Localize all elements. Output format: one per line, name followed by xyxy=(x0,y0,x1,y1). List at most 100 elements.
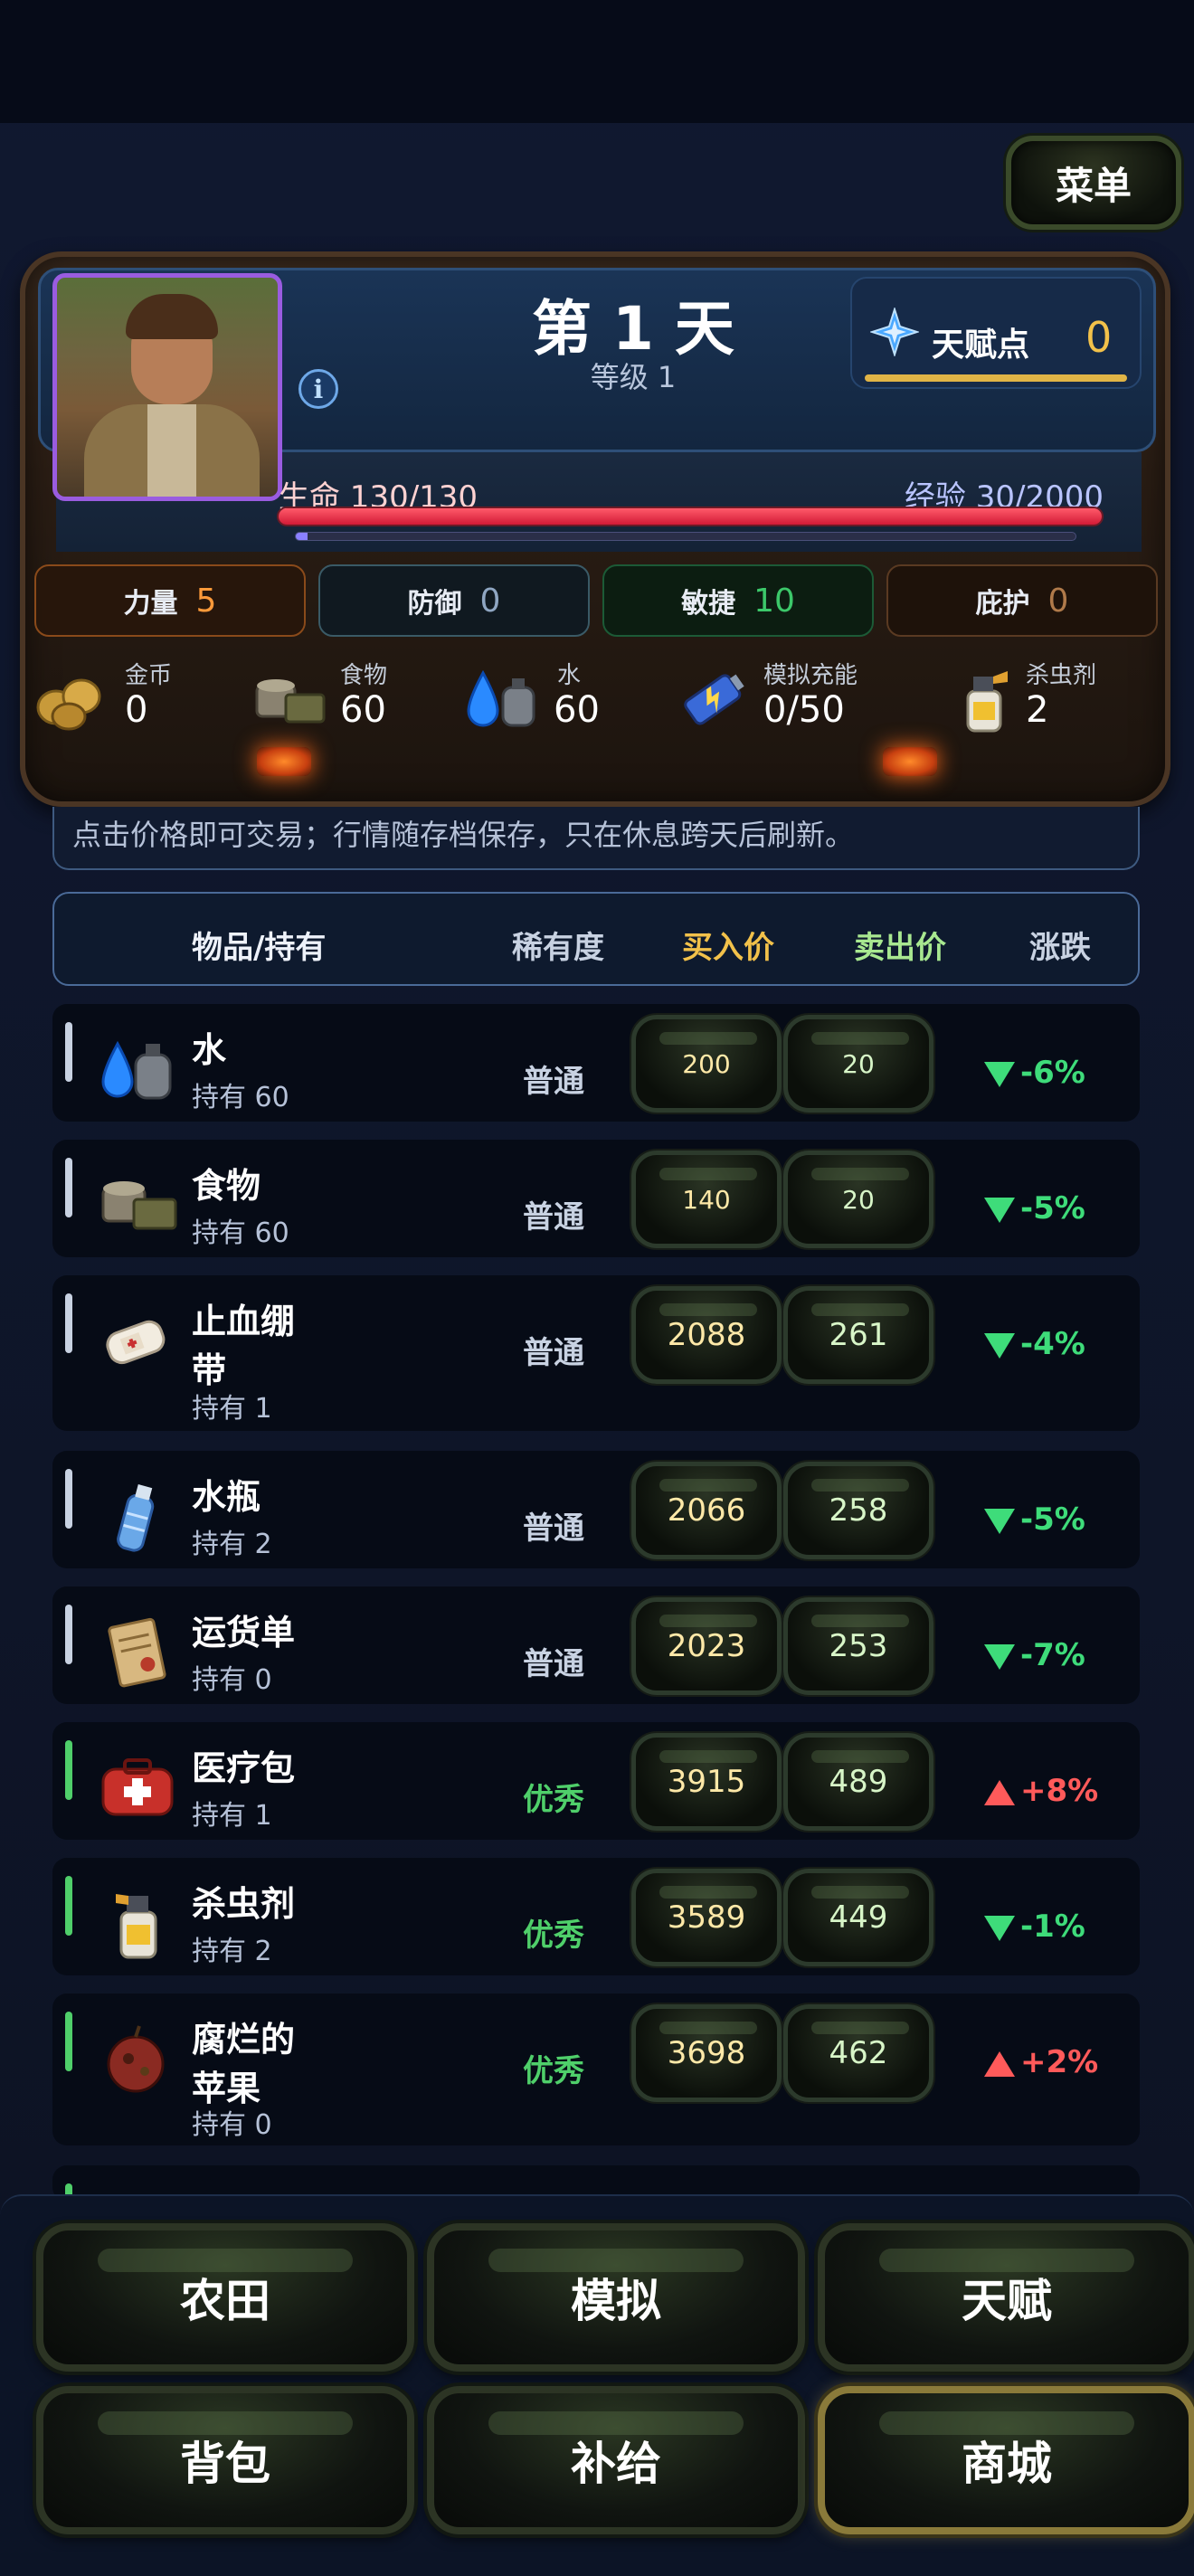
buy-price-button[interactable]: 2066 xyxy=(631,1462,782,1559)
stat-defense: 防御 0 xyxy=(318,564,590,637)
character-portrait[interactable] xyxy=(52,273,282,501)
buy-price-button[interactable]: 2088 xyxy=(631,1286,782,1384)
menu-button[interactable]: 菜单 xyxy=(1006,136,1181,230)
item-rarity: 优秀 xyxy=(523,2053,584,2089)
price-change: +8% xyxy=(984,1773,1098,1809)
sell-price-button[interactable]: 489 xyxy=(783,1733,933,1831)
item-owned: 持有 0 xyxy=(192,2109,272,2141)
nav-farm-button[interactable]: 农田 xyxy=(36,2223,414,2372)
up-arrow-icon xyxy=(984,2050,1015,2077)
item-rarity: 优秀 xyxy=(523,1918,584,1954)
stat-value: 10 xyxy=(753,582,795,620)
price-change-text: -4% xyxy=(1020,1326,1085,1362)
item-rarity: 优秀 xyxy=(523,1782,584,1818)
header-item: 物品/持有 xyxy=(192,930,327,966)
item-rarity: 普通 xyxy=(523,1335,584,1371)
item-name: 腐烂的苹果 xyxy=(192,2020,296,2108)
buy-price-button[interactable]: 2023 xyxy=(631,1597,782,1695)
price-change-text: +2% xyxy=(1020,2044,1099,2080)
price-change: -6% xyxy=(984,1055,1085,1091)
item-owned: 持有 1 xyxy=(192,1393,272,1425)
item-name: 水瓶 xyxy=(192,1477,261,1517)
nav-talent-button[interactable]: 天赋 xyxy=(818,2223,1194,2372)
sell-price-button[interactable]: 449 xyxy=(783,1869,933,1966)
water-bottle-icon xyxy=(117,1484,155,1552)
table-row: 腐烂的苹果 持有 0 优秀 3698 462 +2% xyxy=(52,1994,1140,2145)
price-change-text: -5% xyxy=(1020,1190,1085,1226)
battery-icon xyxy=(684,674,744,725)
spray-bottle-icon xyxy=(116,1894,157,1959)
resource-food: 食物 60 xyxy=(250,653,412,743)
coins-icon xyxy=(36,678,101,731)
sell-price-button[interactable]: 258 xyxy=(783,1462,933,1559)
sell-price-button[interactable]: 462 xyxy=(783,2004,933,2102)
resource-label: 水 xyxy=(557,662,582,689)
hp-bar xyxy=(277,507,1104,526)
item-owned: 持有 2 xyxy=(192,1529,272,1560)
food-can-icon xyxy=(255,679,326,724)
rarity-marker xyxy=(65,2012,72,2071)
portrait-shirt xyxy=(147,404,196,497)
rarity-marker xyxy=(65,1022,72,1082)
food-can-icon xyxy=(101,1181,177,1230)
sell-price-button[interactable]: 20 xyxy=(783,1151,933,1248)
rotten-apple-icon xyxy=(107,2025,165,2093)
stat-shelter: 庇护 0 xyxy=(886,564,1158,637)
header-sell: 卖出价 xyxy=(854,930,946,966)
exp-bar-fill xyxy=(296,533,308,540)
item-name: 水 xyxy=(192,1030,227,1070)
item-owned: 持有 2 xyxy=(192,1936,272,1967)
header-buy: 买入价 xyxy=(682,930,774,966)
table-row: 水 持有 60 普通 200 20 -6% xyxy=(52,1004,1140,1122)
header-change: 涨跌 xyxy=(1029,930,1091,966)
rarity-marker xyxy=(65,1605,72,1664)
buy-price-button[interactable]: 3915 xyxy=(631,1733,782,1831)
nav-backpack-button[interactable]: 背包 xyxy=(36,2386,414,2534)
table-row: 杀虫剂 持有 2 优秀 3589 449 -1% xyxy=(52,1858,1140,1975)
sell-price-button[interactable]: 20 xyxy=(783,1015,933,1113)
item-name: 医疗包 xyxy=(192,1748,296,1788)
down-arrow-icon xyxy=(984,1197,1015,1223)
nav-supply-button[interactable]: 补给 xyxy=(427,2386,805,2534)
sell-price-button[interactable]: 253 xyxy=(783,1597,933,1695)
buy-price-button[interactable]: 3698 xyxy=(631,2004,782,2102)
rarity-marker xyxy=(65,1469,72,1529)
water-icon xyxy=(467,669,535,727)
spray-bottle-icon xyxy=(966,671,1008,733)
stat-label: 庇护 xyxy=(975,588,1030,620)
table-row: 食物 持有 60 普通 140 20 -5% xyxy=(52,1140,1140,1257)
down-arrow-icon xyxy=(984,1332,1015,1359)
stat-strength: 力量 5 xyxy=(34,564,306,637)
rarity-marker xyxy=(65,1293,72,1353)
hud-lamp-right xyxy=(883,747,937,776)
table-header: 物品/持有 稀有度 买入价 卖出价 涨跌 xyxy=(52,892,1140,986)
resource-value: 0 xyxy=(125,689,148,731)
shop-screen: 菜单 i 第 1 天 等级 1 天赋点 0 生命 130/130 经验 30/2… xyxy=(0,0,1194,2576)
star-crystal-icon xyxy=(870,308,919,356)
nav-shop-button[interactable]: 商城 xyxy=(818,2386,1194,2534)
sell-price-button[interactable]: 261 xyxy=(783,1286,933,1384)
buy-price-button[interactable]: 200 xyxy=(631,1015,782,1113)
buy-price-button[interactable]: 3589 xyxy=(631,1869,782,1966)
down-arrow-icon xyxy=(984,1915,1015,1941)
item-rarity: 普通 xyxy=(523,1646,584,1682)
exp-bar xyxy=(295,532,1076,541)
item-rarity: 普通 xyxy=(523,1511,584,1547)
player-level: 等级 1 xyxy=(590,360,677,394)
hud-lamp-left xyxy=(257,747,311,776)
resource-value: 2 xyxy=(1026,689,1049,731)
scroll-icon xyxy=(108,1617,166,1688)
down-arrow-icon xyxy=(984,1508,1015,1534)
item-name: 食物 xyxy=(192,1166,261,1206)
price-change: -5% xyxy=(984,1501,1085,1538)
buy-price-button[interactable]: 140 xyxy=(631,1151,782,1248)
item-rarity: 普通 xyxy=(523,1199,584,1236)
info-icon[interactable]: i xyxy=(298,369,338,409)
item-owned: 持有 60 xyxy=(192,1082,289,1113)
resource-label: 金币 xyxy=(125,662,173,689)
resource-sim-charge: 模拟充能 0/50 xyxy=(673,653,890,743)
nav-simulate-button[interactable]: 模拟 xyxy=(427,2223,805,2372)
water-icon xyxy=(101,1040,172,1100)
resource-value: 60 xyxy=(340,689,386,731)
medkit-icon xyxy=(101,1758,174,1816)
